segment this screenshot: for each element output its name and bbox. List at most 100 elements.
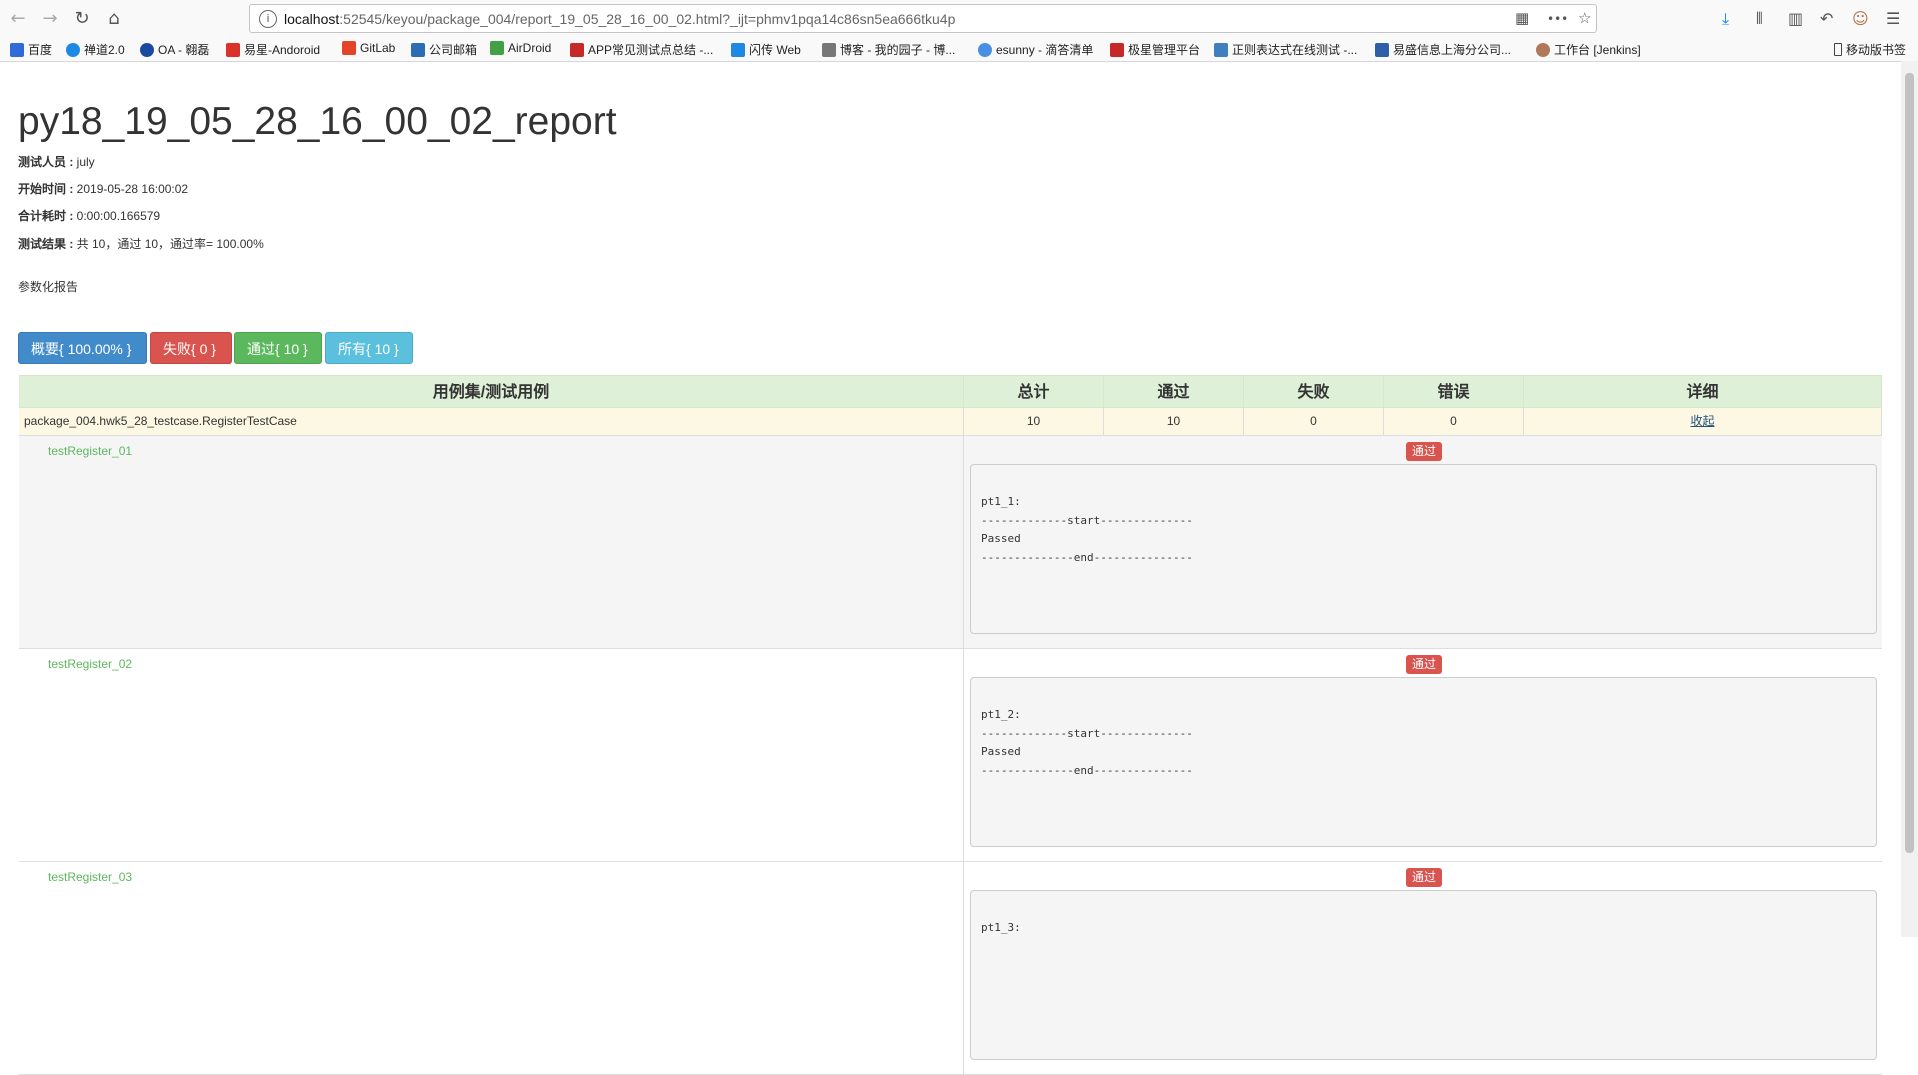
avatar-icon[interactable]: ☺ bbox=[1852, 9, 1869, 28]
download-icon[interactable]: ⤓ bbox=[1722, 9, 1729, 29]
case-log: pt1_1: -------------start-------------- … bbox=[970, 464, 1877, 634]
bookmark-item[interactable]: AirDroid bbox=[490, 41, 551, 55]
bookmark-label: 易星-Andoroid bbox=[244, 43, 321, 57]
bookmark-icon bbox=[66, 43, 80, 57]
suite-passed: 10 bbox=[1104, 408, 1244, 435]
bookmark-label: esunny - 滴答清单 bbox=[996, 43, 1094, 57]
start-value: 2019-05-28 16:00:02 bbox=[76, 182, 189, 196]
status-badge[interactable]: 通过 bbox=[1406, 655, 1443, 674]
table-row: testRegister_02 通过 pt1_2: -------------s… bbox=[19, 649, 1882, 862]
url-bar[interactable]: i localhost:52545/keyou/package_004/repo… bbox=[249, 4, 1597, 33]
tester-value: july bbox=[76, 155, 95, 169]
summary-button[interactable]: 概要{ 100.00% } bbox=[18, 332, 147, 364]
menu-icon[interactable]: ☰ bbox=[1886, 9, 1900, 28]
case-name: testRegister_02 bbox=[48, 657, 133, 671]
suite-total: 10 bbox=[964, 408, 1104, 435]
bookmark-item[interactable]: 工作台 [Jenkins] bbox=[1536, 41, 1641, 58]
sidebar-icon[interactable]: ▥ bbox=[1788, 9, 1803, 28]
suite-row: package_004.hwk5_28_testcase.RegisterTes… bbox=[19, 408, 1882, 436]
bookmark-icon bbox=[1214, 43, 1228, 57]
status-badge[interactable]: 通过 bbox=[1406, 442, 1443, 461]
bookmarks-bar: 百度 禅道2.0 OA - 翱磊 易星-Andoroid GitLab 公司邮箱… bbox=[0, 38, 1918, 61]
bookmark-item[interactable]: 百度 bbox=[10, 41, 52, 58]
library-icon[interactable]: ⫴ bbox=[1756, 9, 1763, 29]
reload-icon[interactable]: ↻ bbox=[69, 6, 95, 32]
collapse-link[interactable]: 收起 bbox=[1690, 414, 1714, 428]
bookmark-label: AirDroid bbox=[508, 41, 552, 55]
bookmark-item[interactable]: 极星管理平台 bbox=[1110, 41, 1200, 58]
bookmark-icon bbox=[140, 43, 154, 57]
bookmark-item[interactable]: OA - 翱磊 bbox=[140, 41, 209, 58]
tester-line: 测试人员 : july bbox=[18, 153, 95, 170]
forward-icon[interactable]: → bbox=[37, 6, 63, 32]
bookmark-label: 正则表达式在线测试 -... bbox=[1232, 43, 1358, 57]
bookmark-label: 禅道2.0 bbox=[84, 43, 125, 57]
qr-code-icon[interactable]: ▦ bbox=[1515, 9, 1529, 27]
bookmark-item[interactable]: 禅道2.0 bbox=[66, 41, 125, 58]
table-row: testRegister_03 通过 pt1_3: bbox=[19, 862, 1882, 1075]
header-total: 总计 bbox=[964, 376, 1104, 409]
site-info-icon[interactable]: i bbox=[259, 10, 277, 28]
bookmark-label: 易盛信息上海分公司... bbox=[1393, 43, 1512, 57]
header-passed: 通过 bbox=[1104, 376, 1244, 409]
bookmark-item[interactable]: esunny - 滴答清单 bbox=[978, 41, 1093, 58]
page-scrollbar[interactable] bbox=[1901, 61, 1918, 937]
table-row: testRegister_01 通过 pt1_1: -------------s… bbox=[19, 436, 1882, 649]
header-case: 用例集/测试用例 bbox=[19, 376, 964, 409]
suite-name: package_004.hwk5_28_testcase.RegisterTes… bbox=[19, 408, 964, 435]
bookmark-label: 博客 - 我的园子 - 博... bbox=[840, 43, 956, 57]
bookmark-label: 百度 bbox=[28, 43, 53, 57]
case-name: testRegister_03 bbox=[48, 870, 133, 884]
failed-filter-button[interactable]: 失败{ 0 } bbox=[150, 332, 232, 364]
mobile-bookmarks[interactable]: 移动版书签 bbox=[1834, 41, 1906, 58]
all-filter-button[interactable]: 所有{ 10 } bbox=[325, 332, 413, 364]
bookmark-star-icon[interactable]: ☆ bbox=[1578, 9, 1591, 27]
bookmark-icon bbox=[1110, 43, 1124, 57]
bookmark-icon bbox=[10, 43, 24, 57]
start-time-line: 开始时间 : 2019-05-28 16:00:02 bbox=[18, 180, 188, 197]
bookmark-item[interactable]: 易盛信息上海分公司... bbox=[1375, 41, 1511, 58]
bookmark-item[interactable]: 公司邮箱 bbox=[411, 41, 477, 58]
header-failed: 失败 bbox=[1244, 376, 1384, 409]
status-badge[interactable]: 通过 bbox=[1406, 868, 1443, 887]
result-line: 测试结果 : 共 10，通过 10，通过率= 100.00% bbox=[18, 235, 264, 252]
case-cell: testRegister_02 bbox=[19, 649, 964, 861]
bookmark-item[interactable]: APP常见测试点总结 -... bbox=[570, 41, 713, 58]
suite-error: 0 bbox=[1384, 408, 1524, 435]
bookmark-icon bbox=[822, 43, 836, 57]
report-title: py18_19_05_28_16_00_02_report bbox=[18, 100, 617, 143]
bookmark-item[interactable]: 正则表达式在线测试 -... bbox=[1214, 41, 1357, 58]
mobile-icon bbox=[1834, 43, 1842, 56]
bookmark-item[interactable]: 易星-Andoroid bbox=[226, 41, 320, 58]
case-log: pt1_2: -------------start-------------- … bbox=[970, 677, 1877, 847]
home-icon[interactable]: ⌂ bbox=[101, 6, 127, 32]
bookmark-label: 闪传 Web bbox=[749, 43, 801, 57]
bookmark-label: 工作台 [Jenkins] bbox=[1554, 43, 1641, 57]
bookmark-label: APP常见测试点总结 -... bbox=[588, 43, 714, 57]
undo-icon[interactable]: ↶ bbox=[1820, 9, 1833, 28]
bookmark-icon bbox=[1375, 43, 1389, 57]
bookmark-icon bbox=[411, 43, 425, 57]
passed-filter-button[interactable]: 通过{ 10 } bbox=[234, 332, 322, 364]
result-label: 测试结果 : bbox=[18, 237, 77, 251]
bookmark-label: OA - 翱磊 bbox=[158, 43, 210, 57]
mobile-bookmarks-label: 移动版书签 bbox=[1846, 43, 1907, 57]
tester-label: 测试人员 : bbox=[18, 155, 77, 169]
browser-chrome: ← → ↻ ⌂ i localhost:52545/keyou/package_… bbox=[0, 0, 1918, 62]
page-actions-icon[interactable]: ••• bbox=[1547, 12, 1568, 26]
case-cell: testRegister_03 bbox=[19, 862, 964, 1074]
suite-failed: 0 bbox=[1244, 408, 1384, 435]
back-icon[interactable]: ← bbox=[5, 6, 31, 32]
url-host: localhost bbox=[284, 11, 340, 27]
url-text[interactable]: localhost:52545/keyou/package_004/report… bbox=[284, 11, 955, 27]
bookmark-item[interactable]: 闪传 Web bbox=[731, 41, 801, 58]
bookmark-icon bbox=[978, 43, 992, 57]
bookmark-item[interactable]: 博客 - 我的园子 - 博... bbox=[822, 41, 955, 58]
start-label: 开始时间 : bbox=[18, 182, 77, 196]
bookmark-item[interactable]: GitLab bbox=[342, 41, 395, 55]
bookmark-icon bbox=[570, 43, 584, 57]
table-header: 用例集/测试用例 总计 通过 失败 错误 详细 bbox=[19, 375, 1882, 409]
bookmark-icon bbox=[342, 41, 356, 55]
scrollbar-thumb[interactable] bbox=[1905, 73, 1914, 853]
bookmark-icon bbox=[226, 43, 240, 57]
